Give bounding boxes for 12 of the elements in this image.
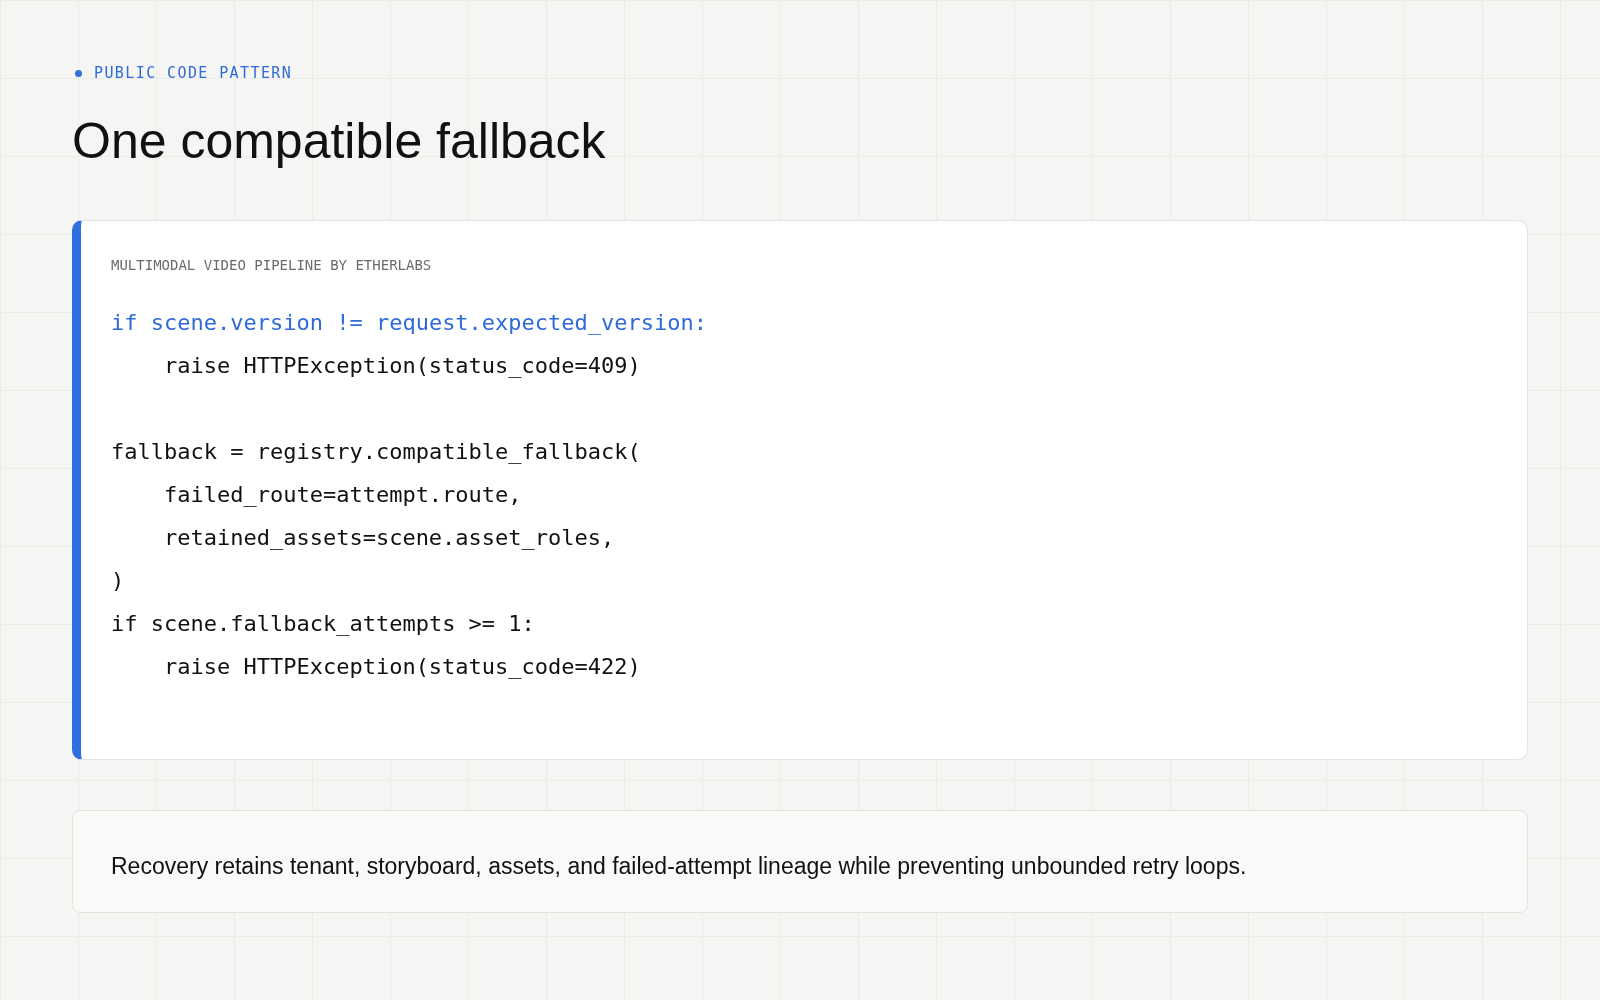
code-line: raise HTTPException(status_code=422): [163, 653, 641, 681]
code-caption: MULTIMODAL VIDEO PIPELINE BY ETHERLABS: [111, 256, 432, 275]
code-line: raise HTTPException(status_code=409): [163, 352, 641, 380]
code-line: ): [111, 567, 125, 595]
code-line: failed_route=attempt.route,: [163, 481, 522, 509]
note-text: Recovery retains tenant, storyboard, assets, and failed-attempt lineage while preventing unbounded retry loops.: [111, 853, 1247, 880]
code-line: if scene.version != request.expected_version:: [111, 309, 708, 337]
code-line: fallback = registry.compatible_fallback(: [111, 438, 641, 466]
code-line: retained_assets=scene.asset_roles,: [163, 524, 615, 552]
page-title: One compatible fallback: [72, 116, 606, 166]
code-line: if scene.fallback_attempts >= 1:: [111, 610, 535, 638]
section-label: PUBLIC CODE PATTERN: [94, 63, 293, 83]
